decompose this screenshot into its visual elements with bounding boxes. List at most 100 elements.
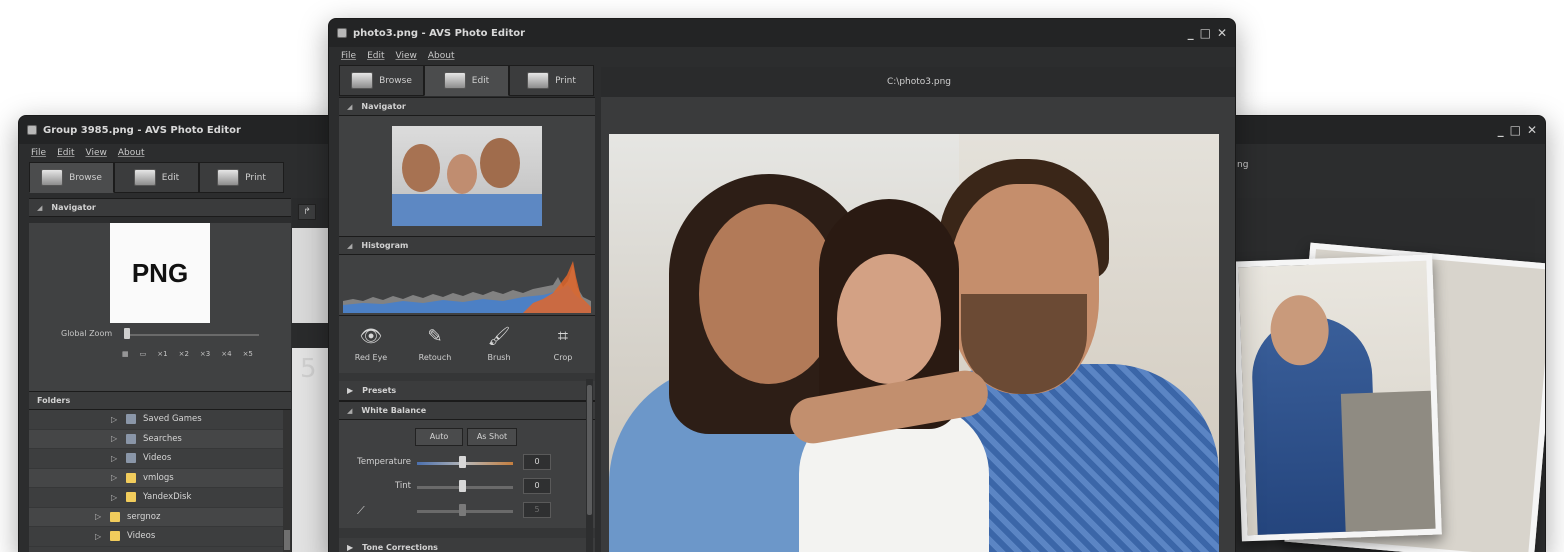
tone-corrections-header[interactable]: ▶ Tone Corrections (339, 538, 595, 552)
scrollbar-thumb[interactable] (284, 530, 290, 550)
list-item[interactable]: ▷ Saved Games (29, 410, 291, 430)
close-icon[interactable]: ✕ (1217, 26, 1227, 40)
histogram-graph (343, 261, 591, 313)
folder-label: vmlogs (143, 472, 174, 483)
list-item[interactable]: ▷ sergnoz (29, 507, 291, 527)
global-zoom-track[interactable] (127, 334, 259, 336)
list-item[interactable]: ▷ Videos (29, 527, 291, 547)
expand-arrow-icon: ▶ (347, 543, 354, 552)
zoom-x1[interactable]: ×1 (157, 350, 167, 358)
collapse-arrow-icon: ◢ (347, 102, 353, 111)
zoom-x3[interactable]: ×3 (200, 350, 210, 358)
list-item[interactable]: ▷ YandexDisk (29, 488, 291, 508)
side-panel-scrollbar[interactable] (586, 379, 593, 552)
menu-file[interactable]: File (31, 148, 46, 158)
retouch-tool[interactable]: ✎ Retouch (403, 316, 467, 373)
navigator-thumbnail[interactable] (392, 126, 542, 226)
crop-icon: ⌗ (557, 326, 569, 347)
eyedropper-icon[interactable]: ⟋ (357, 504, 365, 518)
navigator-thumbnail: PNG (110, 223, 210, 323)
list-item[interactable]: ▷ Videos (29, 449, 291, 469)
expand-arrow-icon[interactable]: ▷ (95, 532, 103, 541)
expand-arrow-icon[interactable]: ▷ (111, 434, 119, 443)
global-zoom-slider-thumb[interactable] (124, 328, 130, 339)
auto-button[interactable]: Auto (415, 428, 463, 446)
white-balance-header[interactable]: ◢ White Balance (339, 401, 595, 420)
tab-print[interactable]: Print (509, 65, 594, 96)
file-path: C:\photo3.png (886, 77, 952, 87)
folders-header[interactable]: Folders (29, 391, 291, 410)
right-editor-window: _ □ ✕ ng (1228, 115, 1546, 552)
expand-arrow-icon[interactable]: ▷ (95, 512, 103, 521)
expand-arrow-icon[interactable]: ▷ (111, 473, 119, 482)
list-item[interactable]: ▷ Searches (29, 429, 291, 449)
temperature-row: Temperature 0 (339, 454, 579, 472)
tint-slider-thumb[interactable] (459, 480, 466, 492)
fit-window-icon[interactable]: ▭ (140, 350, 147, 358)
presets-header[interactable]: ▶ Presets (339, 381, 595, 401)
tone-corrections-header-label: Tone Corrections (362, 543, 438, 552)
zoom-x5[interactable]: ×5 (243, 350, 253, 358)
folders-tree: ▷ Saved Games ▷ Searches ▷ Videos ▷ vmlo… (29, 410, 291, 552)
left-menu-bar: File Edit View About (19, 144, 337, 162)
expand-arrow-icon[interactable]: ▷ (111, 493, 119, 502)
menu-view[interactable]: View (396, 51, 417, 61)
main-photo[interactable] (609, 134, 1219, 552)
menu-edit[interactable]: Edit (57, 148, 74, 158)
close-icon[interactable]: ✕ (1527, 123, 1537, 137)
temperature-slider-thumb[interactable] (459, 456, 466, 468)
maximize-icon[interactable]: □ (1510, 123, 1521, 137)
scrollbar-thumb[interactable] (587, 385, 592, 515)
folders-scrollbar[interactable] (283, 410, 291, 552)
navigator-header[interactable]: ◢ Navigator (29, 198, 291, 217)
right-title-bar: _ □ ✕ (1229, 116, 1545, 144)
list-item[interactable]: ▷ vmlogs (29, 468, 291, 488)
minimize-icon[interactable]: _ (1498, 123, 1504, 137)
rotate-icon[interactable]: ↱ (298, 204, 316, 220)
presets-header-label: Presets (362, 386, 397, 395)
expand-arrow-icon[interactable]: ▷ (111, 415, 119, 424)
tool-label: Crop (553, 353, 573, 362)
thumbnail-page[interactable] (292, 228, 332, 323)
maximize-icon[interactable]: □ (1200, 26, 1211, 40)
collapse-arrow-icon: ◢ (347, 241, 353, 250)
crop-tool[interactable]: ⌗ Crop (531, 316, 595, 373)
menu-about[interactable]: About (428, 51, 455, 61)
eye-icon: 👁 (359, 326, 383, 347)
print-preview-canvas (1232, 198, 1545, 552)
left-window-title: Group 3985.png - AVS Photo Editor (43, 124, 241, 136)
red-eye-tool[interactable]: 👁 Red Eye (339, 316, 403, 373)
folder-label: Videos (127, 531, 156, 542)
left-side-panel: ◢ Navigator PNG Global Zoom ▦ ▭ ×1 ×2 ×3… (29, 198, 291, 552)
thumbnail-page[interactable]: 5 (292, 348, 332, 552)
menu-about[interactable]: About (118, 148, 145, 158)
folder-label: Videos (143, 453, 172, 464)
tab-print-label: Print (555, 75, 576, 86)
folder-label: Saved Games (143, 414, 202, 425)
menu-file[interactable]: File (341, 51, 356, 61)
fit-grid-icon[interactable]: ▦ (122, 350, 129, 358)
left-editor-window: Group 3985.png - AVS Photo Editor File E… (18, 115, 338, 552)
brush-tool[interactable]: 🖌 Brush (467, 316, 531, 373)
temperature-value[interactable]: 0 (523, 454, 551, 470)
tab-print-label: Print (245, 172, 266, 183)
tab-edit[interactable]: Edit (424, 65, 509, 96)
expand-arrow-icon[interactable]: ▷ (111, 454, 119, 463)
menu-edit[interactable]: Edit (367, 51, 384, 61)
as-shot-button[interactable]: As Shot (467, 428, 517, 446)
print-icon (527, 72, 550, 89)
tab-print[interactable]: Print (199, 162, 284, 193)
menu-view[interactable]: View (86, 148, 107, 158)
tab-edit[interactable]: Edit (114, 162, 199, 193)
navigator-panel (339, 116, 595, 236)
navigator-header[interactable]: ◢ Navigator (339, 97, 595, 116)
zoom-x2[interactable]: ×2 (179, 350, 189, 358)
tab-browse[interactable]: Browse (339, 65, 424, 96)
histogram-header[interactable]: ◢ Histogram (339, 236, 595, 255)
tab-browse-label: Browse (69, 172, 102, 183)
zoom-x4[interactable]: ×4 (221, 350, 231, 358)
tint-value[interactable]: 0 (523, 478, 551, 494)
folder-icon (110, 511, 120, 522)
tab-browse[interactable]: Browse (29, 162, 114, 193)
minimize-icon[interactable]: _ (1188, 26, 1194, 40)
